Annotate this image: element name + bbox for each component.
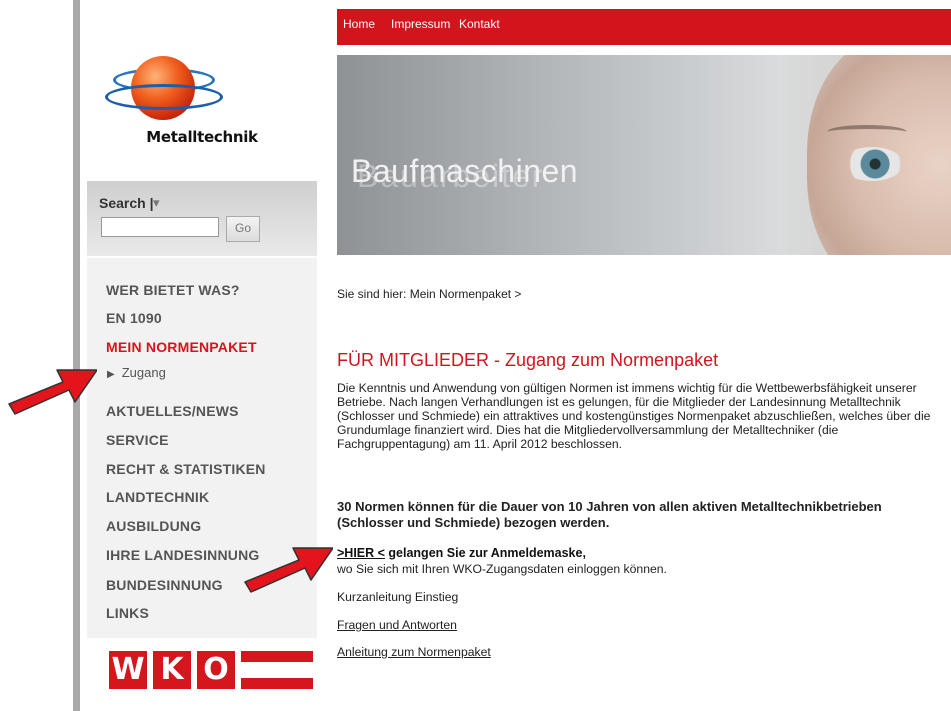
banner-eyebrow [827,125,907,139]
sidebar-subitem-zugang[interactable]: ▶ Zugang [107,365,166,380]
hier-line: >HIER < gelangen Sie zur Anmeldemaske, [337,546,586,560]
sidebar-item-en-1090[interactable]: EN 1090 [106,310,162,326]
sidebar-item-wer-bietet-was[interactable]: WER BIETET WAS? [106,282,240,298]
red-arrow-icon-sidebar [8,369,97,415]
nav-link-home[interactable]: Home [343,17,375,31]
red-arrow-icon-content [244,547,333,593]
left-border-bar [73,0,80,711]
breadcrumb: Sie sind hier: Mein Normenpaket > [337,287,522,301]
sidebar: Metalltechnik Search | ▾ Go WER BIETET W… [87,0,317,711]
logo-ring-bottom [105,84,223,110]
sidebar-item-mein-normenpaket[interactable]: MEIN NORMENPAKET [106,339,257,355]
triangle-right-icon: ▶ [107,369,115,380]
wko-stripe-bottom [241,678,313,689]
logo-text: Metalltechnik [146,128,258,146]
sidebar-item-service[interactable]: SERVICE [106,432,169,448]
hier-text: gelangen Sie zur Anmeldemaske, [384,546,586,560]
highlight-paragraph: 30 Normen können für die Dauer von 10 Ja… [337,499,882,530]
search-box: Search | ▾ Go [87,181,317,256]
search-go-button[interactable]: Go [226,216,260,242]
sidebar-item-landtechnik[interactable]: LANDTECHNIK [106,489,209,505]
wko-stripe-top [241,651,313,662]
search-input[interactable] [101,217,219,237]
sidebar-item-ihre-landesinnung[interactable]: IHRE LANDESINNUNG [106,547,260,563]
page-title: FÜR MITGLIEDER - Zugang zum Normenpaket [337,350,719,370]
wko-letter-k: K [153,651,191,689]
sidebar-item-aktuelles-news[interactable]: AKTUELLES/NEWS [106,403,239,419]
banner-text: Baufmaschinen [351,153,579,189]
sidebar-item-ausbildung[interactable]: AUSBILDUNG [106,518,201,534]
nav-link-impressum[interactable]: Impressum [391,17,450,31]
nav-link-kontakt[interactable]: Kontakt [459,17,500,31]
link-fragen-antworten[interactable]: Fragen und Antworten [337,618,457,632]
search-label: Search | [99,195,154,211]
header-banner: Bauarbeiter Baufmaschinen [337,55,951,255]
wko-letter-w: W [109,651,147,689]
intro-paragraph: Die Kenntnis und Anwendung von gültigen … [337,381,931,451]
link-kurzanleitung[interactable]: Kurzanleitung Einstieg [337,590,458,604]
banner-eye-image [841,147,903,181]
top-navigation: Home Impressum Kontakt [337,9,951,45]
metalltechnik-logo[interactable]: Metalltechnik [87,0,317,180]
hier-subtext: wo Sie sich mit Ihren WKO-Zugangsdaten e… [337,562,667,576]
sidebar-item-bundesinnung[interactable]: BUNDESINNUNG [106,577,223,593]
sidebar-subitem-label: Zugang [121,365,166,380]
sidebar-item-recht-statistiken[interactable]: RECHT & STATISTIKEN [106,461,266,477]
chevron-down-icon[interactable]: ▾ [153,195,160,211]
wko-letter-o: O [197,651,235,689]
sidebar-item-links[interactable]: LINKS [106,605,149,621]
link-anleitung[interactable]: Anleitung zum Normenpaket [337,645,491,659]
hier-link[interactable]: >HIER < [337,546,385,560]
